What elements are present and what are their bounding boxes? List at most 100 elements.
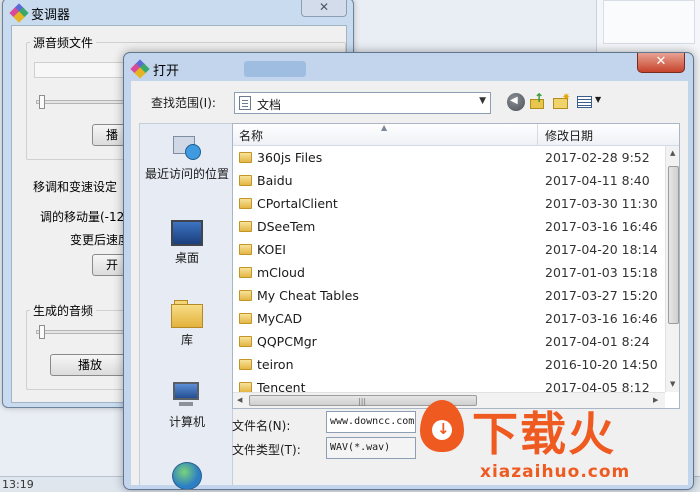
place-network[interactable] bbox=[140, 462, 234, 489]
recent-places-icon bbox=[171, 132, 203, 162]
column-name[interactable]: 名称 bbox=[239, 127, 263, 144]
file-date: 2017-04-20 18:14 bbox=[545, 242, 658, 257]
file-row[interactable]: QQPCMgr 2017-04-01 8:24 bbox=[233, 331, 665, 354]
new-folder-icon[interactable]: ✷ bbox=[553, 92, 571, 111]
file-type-label: 文件类型(T): bbox=[232, 443, 301, 457]
file-name: Tencent bbox=[257, 380, 306, 392]
chevron-down-icon[interactable]: ▼ bbox=[479, 96, 486, 106]
scroll-up-icon[interactable]: ▲ bbox=[670, 149, 675, 157]
computer-icon bbox=[171, 382, 203, 410]
look-in-label: 查找范围(I): bbox=[151, 96, 216, 110]
watermark-brand: 下载火 bbox=[472, 407, 616, 461]
dialog-title: 打开 bbox=[153, 64, 180, 79]
file-row[interactable]: Baidu 2017-04-11 8:40 bbox=[233, 170, 665, 193]
file-date: 2017-01-03 15:18 bbox=[545, 265, 658, 280]
file-row[interactable]: My Cheat Tables 2017-03-27 15:20 bbox=[233, 285, 665, 308]
network-icon bbox=[172, 462, 202, 489]
dialog-close-button[interactable]: ✕ bbox=[637, 53, 685, 73]
background-window-edge bbox=[603, 0, 695, 44]
file-date: 2017-03-27 15:20 bbox=[545, 288, 658, 303]
file-row[interactable]: KOEI 2017-04-20 18:14 bbox=[233, 239, 665, 262]
dialog-app-icon bbox=[130, 59, 150, 79]
place-recent-label: 最近访问的位置 bbox=[144, 167, 229, 181]
place-computer-label: 计算机 bbox=[168, 415, 205, 429]
file-name-input[interactable]: www.downcc.com bbox=[326, 411, 416, 433]
file-name: 360js Files bbox=[257, 150, 323, 165]
file-row[interactable]: Tencent 2017-04-05 8:12 bbox=[233, 377, 665, 392]
pitch-amount-label: 调的移动量(-120 bbox=[40, 210, 132, 224]
file-name: mCloud bbox=[257, 265, 305, 280]
scroll-down-icon[interactable]: ▼ bbox=[670, 380, 675, 388]
download-flame-logo-icon bbox=[414, 398, 470, 462]
folder-icon bbox=[239, 198, 252, 209]
file-name: QQPCMgr bbox=[257, 334, 317, 349]
file-list-header: 名称 ▲ 修改日期 bbox=[233, 123, 679, 146]
title-bar-blur bbox=[244, 61, 306, 77]
scroll-grip-icon: ||| bbox=[358, 397, 367, 406]
file-list: 名称 ▲ 修改日期 360js Files 2017-02-28 9:52 Bai… bbox=[232, 123, 680, 409]
file-row[interactable]: 360js Files 2017-02-28 9:52 bbox=[233, 147, 665, 170]
folder-icon bbox=[239, 290, 252, 301]
back-arrow-icon[interactable] bbox=[507, 93, 525, 111]
file-name-label: 文件名(N): bbox=[232, 419, 291, 433]
up-folder-icon[interactable]: ↑ bbox=[530, 91, 548, 111]
vertical-scroll-thumb[interactable] bbox=[668, 166, 679, 324]
column-date-modified[interactable]: 修改日期 bbox=[545, 127, 593, 144]
file-date: 2017-04-05 8:12 bbox=[545, 380, 650, 392]
look-in-value: 文档 bbox=[257, 98, 282, 112]
folder-icon bbox=[239, 359, 252, 370]
place-desktop[interactable]: 桌面 bbox=[140, 220, 234, 266]
place-computer[interactable]: 计算机 bbox=[140, 382, 234, 430]
file-row[interactable]: teiron 2016-10-20 14:50 bbox=[233, 354, 665, 377]
file-date: 2017-03-16 16:46 bbox=[545, 219, 658, 234]
play-button[interactable]: 播放 bbox=[50, 354, 130, 376]
folder-icon bbox=[239, 382, 252, 392]
file-date: 2017-04-11 8:40 bbox=[545, 173, 650, 188]
file-row[interactable]: mCloud 2017-01-03 15:18 bbox=[233, 262, 665, 285]
file-name: KOEI bbox=[257, 242, 286, 257]
file-row[interactable]: MyCAD 2017-03-16 16:46 bbox=[233, 308, 665, 331]
desktop-icon bbox=[171, 220, 203, 246]
file-name: DSeeTem bbox=[257, 219, 316, 234]
speed-after-label: 变更后速度 bbox=[70, 233, 131, 247]
look-in-dropdown[interactable]: 文档 ▼ bbox=[234, 92, 491, 114]
places-bar: 最近访问的位置 桌面 库 计算机 bbox=[139, 123, 234, 489]
scroll-left-icon[interactable]: ◀ bbox=[237, 396, 242, 404]
file-row[interactable]: DSeeTem 2017-03-16 16:46 bbox=[233, 216, 665, 239]
file-name: teiron bbox=[257, 357, 294, 372]
file-name: My Cheat Tables bbox=[257, 288, 359, 303]
file-row[interactable]: CPortalClient 2017-03-30 11:30 bbox=[233, 193, 665, 216]
site-watermark: 下载火 xiazaihuo.com bbox=[410, 398, 700, 492]
watermark-site: xiazaihuo.com bbox=[480, 462, 631, 482]
folder-icon bbox=[239, 336, 252, 347]
libraries-icon bbox=[171, 300, 203, 328]
place-libraries[interactable]: 库 bbox=[140, 300, 234, 348]
app-icon bbox=[9, 3, 29, 23]
file-type-dropdown[interactable]: WAV(*.wav) bbox=[326, 437, 416, 459]
sort-ascending-icon: ▲ bbox=[381, 123, 388, 132]
window-title: 变调器 bbox=[31, 8, 71, 23]
folder-icon bbox=[239, 175, 252, 186]
folder-icon bbox=[239, 152, 252, 163]
place-libraries-label: 库 bbox=[180, 333, 193, 347]
column-separator[interactable] bbox=[537, 124, 538, 146]
vertical-scrollbar[interactable]: ▲ ▼ bbox=[665, 146, 679, 392]
place-desktop-label: 桌面 bbox=[174, 251, 199, 265]
close-button[interactable]: ✕ bbox=[301, 0, 347, 17]
place-recent[interactable]: 最近访问的位置 bbox=[140, 132, 234, 182]
output-slider-thumb[interactable] bbox=[39, 325, 45, 339]
folder-icon bbox=[239, 313, 252, 324]
source-slider-thumb[interactable] bbox=[39, 95, 45, 109]
file-date: 2017-03-16 16:46 bbox=[545, 311, 658, 326]
folder-icon bbox=[239, 244, 252, 255]
output-audio-group-label: 生成的音频 bbox=[30, 302, 97, 319]
file-date: 2017-04-01 8:24 bbox=[545, 334, 650, 349]
file-date: 2017-03-30 11:30 bbox=[545, 196, 658, 211]
folder-icon bbox=[239, 221, 252, 232]
file-date: 2016-10-20 14:50 bbox=[545, 357, 658, 372]
folder-icon bbox=[239, 267, 252, 278]
documents-icon bbox=[239, 96, 251, 110]
file-name: Baidu bbox=[257, 173, 293, 188]
view-menu-icon[interactable]: ▼ bbox=[577, 93, 605, 111]
taskbar-clock: 13:19 bbox=[2, 478, 34, 491]
